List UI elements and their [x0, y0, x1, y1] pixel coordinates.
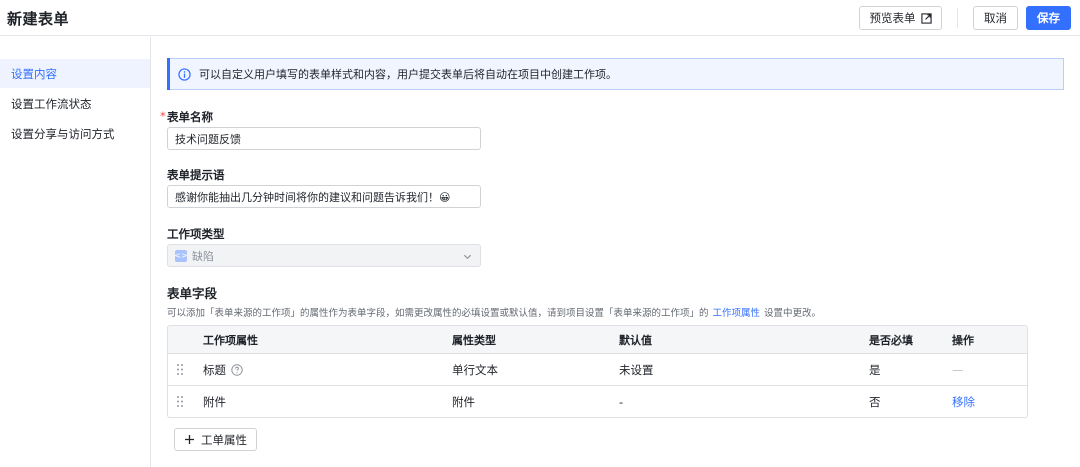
work-item-type-value: 缺陷 — [192, 249, 214, 263]
help-icon[interactable] — [231, 363, 243, 376]
row-attribute: 标题 — [203, 354, 243, 385]
cancel-button[interactable]: 取消 — [973, 6, 1018, 30]
form-name-label: * 表单名称 — [160, 109, 213, 125]
notice-text: 可以自定义用户填写的表单样式和内容，用户提交表单后将自动在项目中创建工作项。 — [199, 68, 617, 81]
chevron-down-icon — [463, 254, 472, 260]
table-header: 工作项属性 属性类型 默认值 是否必填 操作 — [168, 326, 1027, 354]
row-attribute-name: 附件 — [203, 395, 226, 409]
required-mark: * — [160, 109, 166, 123]
row-type: 单行文本 — [452, 362, 498, 377]
drag-handle-icon[interactable] — [176, 363, 184, 376]
remove-field-button[interactable]: 移除 — [952, 386, 975, 417]
row-default: - — [619, 395, 624, 409]
sidebar-item-workflow[interactable]: 设置工作流状态 — [0, 89, 150, 118]
row-default: 未设置 — [619, 362, 654, 377]
form-fields-table: 工作项属性 属性类型 默认值 是否必填 操作 标题 单行文本 未设置 是 — 附… — [167, 325, 1028, 418]
work-item-type-select: <> 缺陷 — [167, 244, 481, 267]
info-icon — [178, 67, 191, 81]
row-attribute-name: 标题 — [203, 362, 226, 377]
toolbar-divider — [957, 8, 958, 28]
form-name-input[interactable]: 技术问题反馈 — [167, 127, 481, 150]
preview-form-button[interactable]: 预览表单 — [859, 6, 942, 30]
top-bar: 新建表单 预览表单 取消 保存 — [0, 0, 1080, 36]
bug-type-icon: <> — [174, 249, 188, 262]
sidebar-item-content[interactable]: 设置内容 — [0, 59, 150, 88]
col-required: 是否必填 — [869, 333, 913, 347]
info-notice: 可以自定义用户填写的表单样式和内容，用户提交表单后将自动在项目中创建工作项。 — [167, 58, 1064, 90]
row-type: 附件 — [452, 395, 475, 409]
col-attribute: 工作项属性 — [203, 333, 258, 347]
desc-text-after: 设置中更改。 — [764, 308, 822, 319]
form-fields-title: 表单字段 — [167, 286, 218, 301]
drag-handle-icon[interactable] — [176, 395, 184, 408]
col-action: 操作 — [952, 333, 974, 347]
row-action: — — [952, 362, 964, 377]
add-attribute-label: 工单属性 — [201, 432, 247, 447]
work-item-attributes-link[interactable]: 工作项属性 — [713, 308, 761, 319]
notice-accent-bar — [167, 58, 170, 90]
plus-icon — [185, 435, 194, 444]
add-attribute-button[interactable]: 工单属性 — [174, 428, 257, 451]
table-row: 标题 单行文本 未设置 是 — — [168, 354, 1027, 386]
table-row: 附件 附件 - 否 移除 — [168, 386, 1027, 417]
sidebar: 设置内容 设置工作流状态 设置分享与访问方式 — [0, 37, 151, 467]
row-required: 是 — [869, 362, 881, 377]
form-fields-description: 可以添加「表单来源的工作项」的属性作为表单字段，如需更改属性的必填设置或默认值，… — [167, 305, 821, 319]
col-type: 属性类型 — [452, 333, 496, 347]
preview-form-label: 预览表单 — [869, 11, 916, 25]
desc-text-before: 可以添加「表单来源的工作项」的属性作为表单字段，如需更改属性的必填设置或默认值，… — [167, 308, 709, 319]
row-required: 否 — [869, 395, 881, 409]
work-item-type-label: 工作项类型 — [167, 227, 225, 241]
save-button[interactable]: 保存 — [1026, 6, 1071, 30]
form-name-label-text: 表单名称 — [167, 110, 213, 124]
page-title: 新建表单 — [7, 10, 70, 28]
form-hint-input[interactable]: 感谢你能抽出几分钟时间将你的建议和问题告诉我们！😀 — [167, 185, 481, 208]
external-link-icon — [920, 12, 932, 24]
sidebar-item-share[interactable]: 设置分享与访问方式 — [0, 119, 150, 148]
form-hint-label: 表单提示语 — [167, 168, 225, 182]
col-default: 默认值 — [619, 333, 652, 347]
